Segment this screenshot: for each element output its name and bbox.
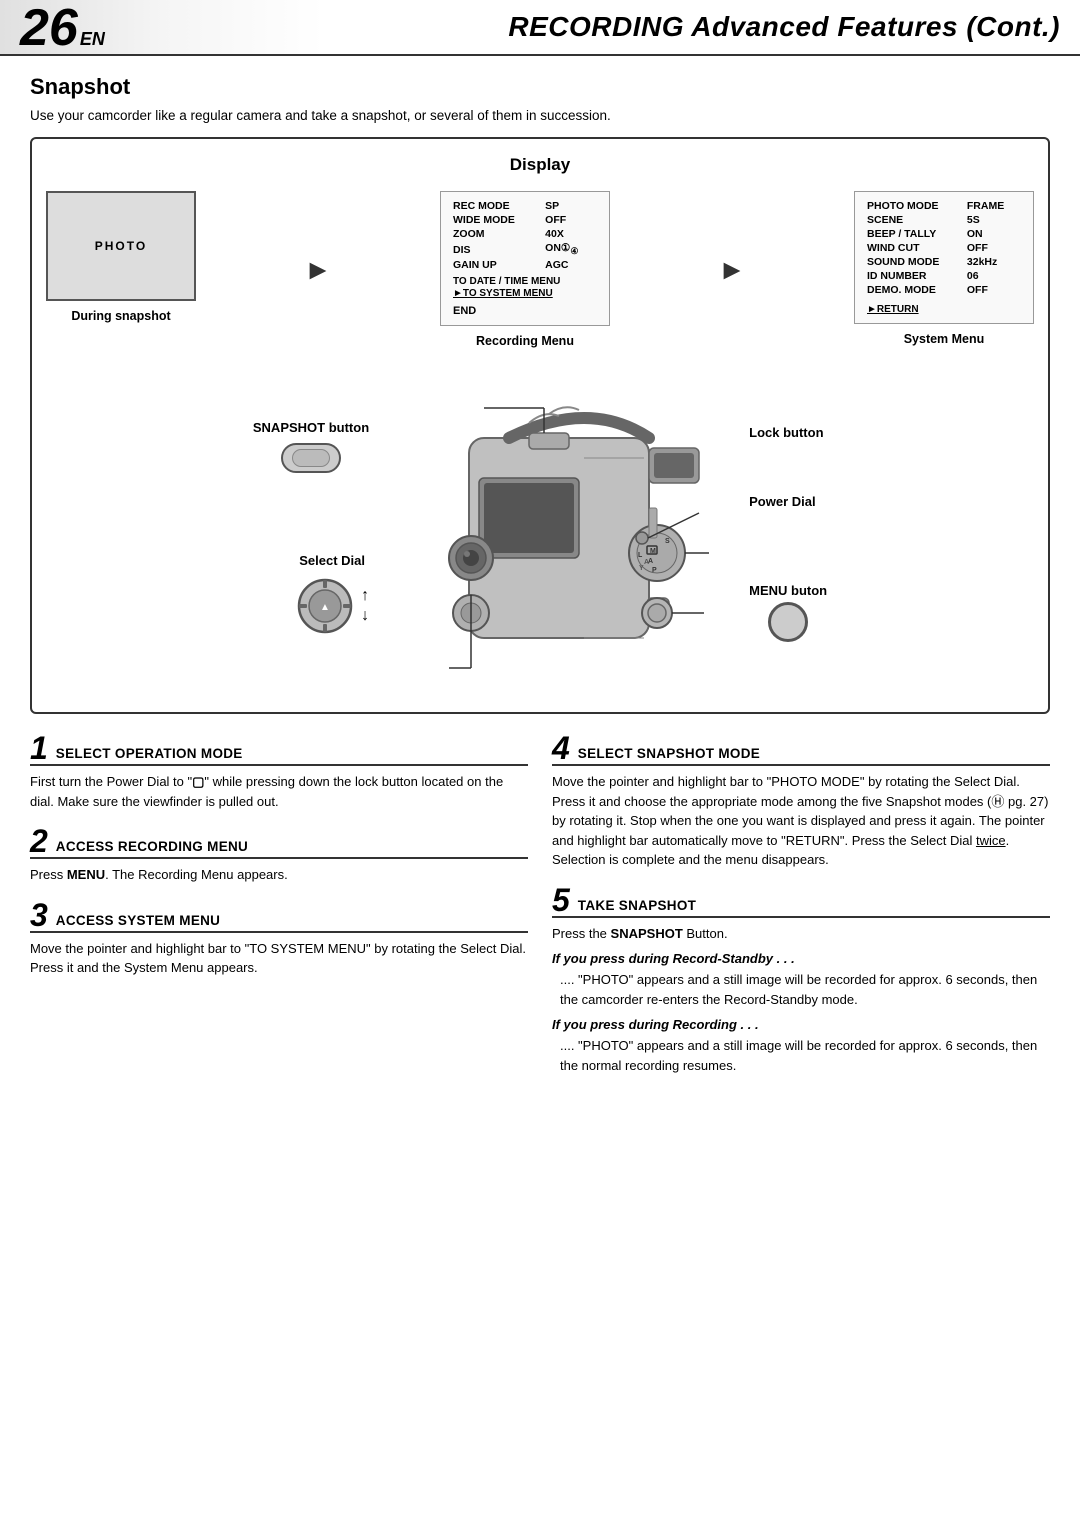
step-4: 4 SELECT SNAPSHOT MODE Move the pointer … bbox=[552, 732, 1050, 870]
panel-system-menu: PHOTO MODEFRAME SCENE5S BEEP / TALLYON W… bbox=[854, 191, 1034, 346]
svg-text:A: A bbox=[644, 559, 649, 566]
step-3-number: 3 bbox=[30, 899, 48, 931]
svg-text:Y: Y bbox=[639, 565, 644, 572]
step-4-body: Move the pointer and highlight bar to "P… bbox=[552, 772, 1050, 870]
to-system-menu-link: ►TO SYSTEM MENU bbox=[453, 288, 597, 299]
table-row: ID NUMBER06 bbox=[867, 270, 1021, 284]
step-5-body: Press the SNAPSHOT Button. bbox=[552, 924, 1050, 944]
table-row: DEMO. MODEOFF bbox=[867, 284, 1021, 298]
select-dial-label: Select Dial bbox=[299, 553, 365, 568]
lock-button-annotation: Lock button bbox=[749, 425, 823, 444]
step-2-number: 2 bbox=[30, 825, 48, 857]
steps-section: 1 SELECT OPERATION MODE First turn the P… bbox=[30, 732, 1050, 1089]
table-row: PHOTO MODEFRAME bbox=[867, 200, 1021, 214]
note-2-text: .... "PHOTO" appears and a still image w… bbox=[552, 1036, 1050, 1075]
page-title: RECORDING Advanced Features (Cont.) bbox=[508, 11, 1060, 43]
snapshot-button-annotation: SNAPSHOT button bbox=[253, 420, 369, 473]
step-2-title: ACCESS RECORDING MENU bbox=[56, 839, 248, 857]
during-snapshot-caption: During snapshot bbox=[71, 309, 170, 323]
step-5-number: 5 bbox=[552, 884, 570, 916]
lock-button-label: Lock button bbox=[749, 425, 823, 440]
page-en-suffix: EN bbox=[80, 29, 105, 50]
menu-button-annotation: MENU buton bbox=[749, 583, 827, 642]
display-panels: PHOTO During snapshot ► REC MODESP WIDE … bbox=[46, 191, 1034, 348]
table-row: WIDE MODEOFF bbox=[453, 214, 597, 228]
page-content: Snapshot Use your camcorder like a regul… bbox=[0, 56, 1080, 1109]
step-3-body: Move the pointer and highlight bar to "T… bbox=[30, 939, 528, 978]
system-menu-panel: PHOTO MODEFRAME SCENE5S BEEP / TALLYON W… bbox=[854, 191, 1034, 324]
svg-text:▲: ▲ bbox=[320, 602, 330, 613]
step-1: 1 SELECT OPERATION MODE First turn the P… bbox=[30, 732, 528, 811]
table-row: SOUND MODE32kHz bbox=[867, 256, 1021, 270]
snapshot-screen: PHOTO bbox=[46, 191, 196, 301]
step-5-header: 5 TAKE SNAPSHOT bbox=[552, 884, 1050, 918]
step-2-header: 2 ACCESS RECORDING MENU bbox=[30, 825, 528, 859]
table-row: GAIN UPAGC bbox=[453, 259, 597, 273]
recording-menu-caption: Recording Menu bbox=[476, 334, 574, 348]
svg-text:M: M bbox=[650, 548, 656, 555]
diagram-area: SNAPSHOT button Select Dial bbox=[46, 358, 1034, 698]
panel-recording-menu: REC MODESP WIDE MODEOFF ZOOM40X DISON①④ … bbox=[440, 191, 610, 348]
snapshot-button-inner bbox=[292, 449, 330, 467]
step-2: 2 ACCESS RECORDING MENU Press MENU. The … bbox=[30, 825, 528, 885]
step-1-number: 1 bbox=[30, 732, 48, 764]
step-5: 5 TAKE SNAPSHOT Press the SNAPSHOT Butto… bbox=[552, 884, 1050, 1076]
menu-button-label: MENU buton bbox=[749, 583, 827, 598]
panel-during-snapshot: PHOTO During snapshot bbox=[46, 191, 196, 323]
step-1-header: 1 SELECT OPERATION MODE bbox=[30, 732, 528, 766]
page-number: 26 bbox=[20, 2, 78, 54]
end-label: END bbox=[453, 305, 597, 317]
intro-text: Use your camcorder like a regular camera… bbox=[30, 108, 1050, 123]
table-row: WIND CUTOFF bbox=[867, 242, 1021, 256]
system-menu-caption: System Menu bbox=[904, 332, 985, 346]
return-label: ►RETURN bbox=[867, 304, 1021, 315]
arrow-2: ► bbox=[718, 254, 746, 286]
snapshot-button-illustration bbox=[281, 443, 341, 473]
svg-text:L: L bbox=[638, 552, 643, 559]
dial-arrows: ↑ ↓ bbox=[361, 587, 369, 625]
left-annotations: SNAPSHOT button Select Dial bbox=[253, 420, 369, 636]
camcorder-diagram: S S M A P L A Y bbox=[389, 378, 729, 678]
snapshot-button-label: SNAPSHOT button bbox=[253, 420, 369, 435]
menu-button-illustration bbox=[768, 602, 808, 642]
step-5-title: TAKE SNAPSHOT bbox=[578, 898, 696, 916]
note-1-heading: If you press during Record-Standby . . . bbox=[552, 951, 1050, 966]
recording-menu-table: REC MODESP WIDE MODEOFF ZOOM40X DISON①④ … bbox=[453, 200, 597, 273]
step-4-title: SELECT SNAPSHOT MODE bbox=[578, 746, 760, 764]
page-header: 26 EN RECORDING Advanced Features (Cont.… bbox=[0, 0, 1080, 56]
svg-text:S: S bbox=[665, 538, 670, 545]
step-1-body: First turn the Power Dial to "▢" while p… bbox=[30, 772, 528, 811]
table-row: ZOOM40X bbox=[453, 228, 597, 242]
table-row: BEEP / TALLYON bbox=[867, 228, 1021, 242]
svg-text:P: P bbox=[652, 567, 657, 574]
select-dial-annotation: Select Dial ▲ bbox=[295, 553, 369, 636]
power-dial-label: Power Dial bbox=[749, 494, 815, 509]
step-4-header: 4 SELECT SNAPSHOT MODE bbox=[552, 732, 1050, 766]
display-label: Display bbox=[46, 155, 1034, 175]
step-4-number: 4 bbox=[552, 732, 570, 764]
step-3: 3 ACCESS SYSTEM MENU Move the pointer an… bbox=[30, 899, 528, 978]
table-row: SCENE5S bbox=[867, 214, 1021, 228]
step-1-title: SELECT OPERATION MODE bbox=[56, 746, 243, 764]
section-title: Snapshot bbox=[30, 74, 1050, 100]
system-menu-table: PHOTO MODEFRAME SCENE5S BEEP / TALLYON W… bbox=[867, 200, 1021, 298]
note-2-heading: If you press during Recording . . . bbox=[552, 1017, 1050, 1032]
select-dial-svg: ▲ bbox=[295, 576, 355, 636]
table-row: REC MODESP bbox=[453, 200, 597, 214]
right-annotations: Lock button Power Dial MENU buton bbox=[749, 415, 827, 642]
camcorder-svg: S S M A P L A Y bbox=[389, 378, 729, 678]
arrow-1: ► bbox=[304, 254, 332, 286]
step-2-body: Press MENU. The Recording Menu appears. bbox=[30, 865, 528, 885]
steps-right-col: 4 SELECT SNAPSHOT MODE Move the pointer … bbox=[552, 732, 1050, 1089]
step-3-title: ACCESS SYSTEM MENU bbox=[56, 913, 220, 931]
power-dial-annotation: Power Dial bbox=[749, 494, 815, 513]
step-3-header: 3 ACCESS SYSTEM MENU bbox=[30, 899, 528, 933]
table-row: DISON①④ bbox=[453, 242, 597, 259]
steps-left-col: 1 SELECT OPERATION MODE First turn the P… bbox=[30, 732, 528, 1089]
note-1-text: .... "PHOTO" appears and a still image w… bbox=[552, 970, 1050, 1009]
to-date-time-link: TO DATE / TIME MENU bbox=[453, 276, 597, 287]
recording-menu-panel: REC MODESP WIDE MODEOFF ZOOM40X DISON①④ … bbox=[440, 191, 610, 326]
display-box: Display PHOTO During snapshot ► REC MODE… bbox=[30, 137, 1050, 714]
snapshot-photo-label: PHOTO bbox=[95, 239, 147, 253]
